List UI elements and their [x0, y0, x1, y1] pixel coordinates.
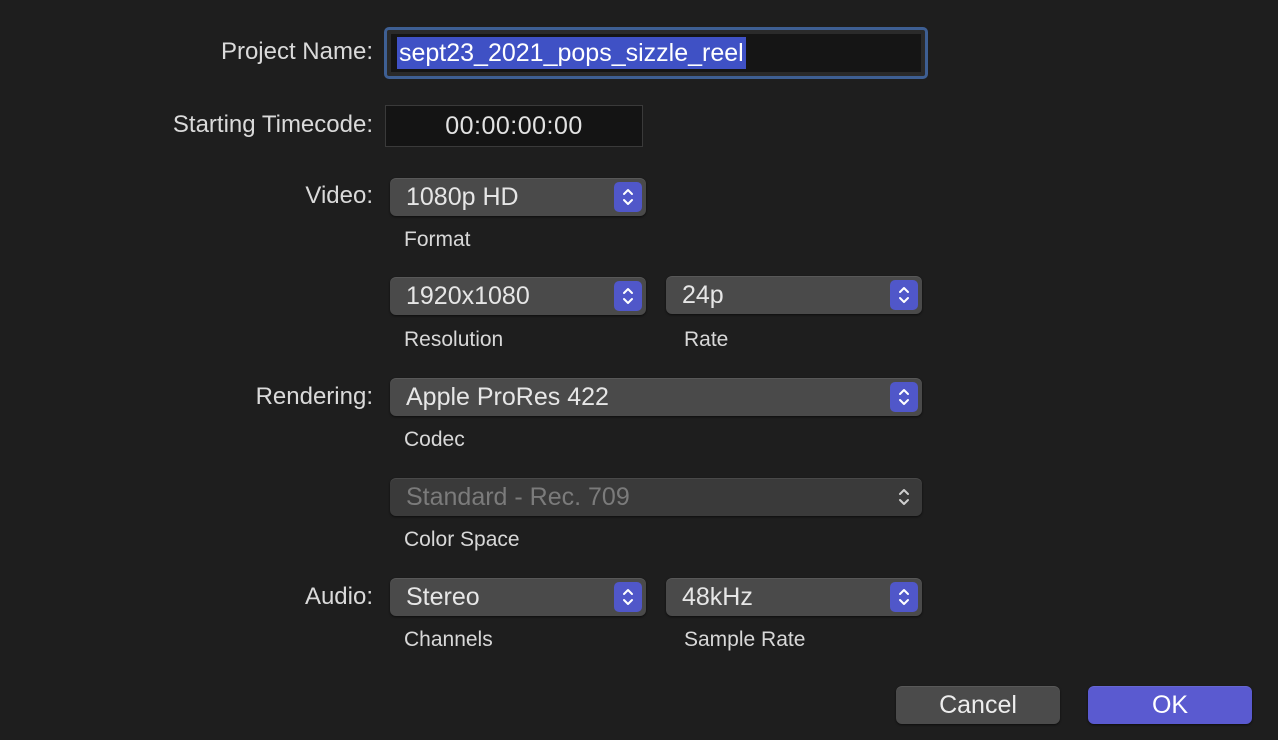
- chevron-up-down-icon: [614, 582, 642, 612]
- audio-channels-value: Stereo: [406, 582, 480, 611]
- video-label: Video:: [305, 182, 373, 209]
- ok-button[interactable]: OK: [1088, 686, 1252, 724]
- sample-rate-value: 48kHz: [682, 582, 753, 611]
- resolution-value: 1920x1080: [406, 281, 530, 310]
- sample-rate-caption: Sample Rate: [684, 628, 806, 651]
- sample-rate-popup[interactable]: 48kHz: [666, 578, 922, 616]
- resolution-popup[interactable]: 1920x1080: [390, 277, 646, 315]
- resolution-caption: Resolution: [404, 328, 504, 351]
- codec-caption: Codec: [404, 428, 465, 451]
- codec-popup[interactable]: Apple ProRes 422: [390, 378, 922, 416]
- project-name-field[interactable]: sept23_2021_pops_sizzle_reel: [384, 27, 928, 79]
- video-format-popup[interactable]: 1080p HD: [390, 178, 646, 216]
- project-settings-dialog: Project Name: sept23_2021_pops_sizzle_re…: [0, 0, 1278, 740]
- codec-value: Apple ProRes 422: [406, 382, 609, 411]
- project-name-label: Project Name:: [220, 38, 373, 65]
- chevron-up-down-icon: [890, 582, 918, 612]
- chevron-up-down-icon: [614, 281, 642, 311]
- video-format-value: 1080p HD: [406, 182, 519, 211]
- audio-channels-popup[interactable]: Stereo: [390, 578, 646, 616]
- format-caption: Format: [404, 228, 471, 251]
- rendering-label: Rendering:: [255, 383, 373, 410]
- starting-timecode-field[interactable]: 00:00:00:00: [385, 105, 643, 147]
- color-space-popup: Standard - Rec. 709: [390, 478, 922, 516]
- rate-popup[interactable]: 24p: [666, 276, 922, 314]
- chevron-up-down-icon: [890, 382, 918, 412]
- project-name-input[interactable]: sept23_2021_pops_sizzle_reel: [391, 34, 921, 72]
- chevron-up-down-icon: [890, 280, 918, 310]
- chevron-up-down-icon: [614, 182, 642, 212]
- starting-timecode-label: Starting Timecode:: [172, 111, 373, 138]
- channels-caption: Channels: [404, 628, 493, 651]
- project-name-value: sept23_2021_pops_sizzle_reel: [397, 37, 746, 69]
- rate-caption: Rate: [684, 328, 729, 351]
- cancel-button[interactable]: Cancel: [896, 686, 1060, 724]
- color-space-value: Standard - Rec. 709: [406, 482, 630, 511]
- audio-label: Audio:: [304, 583, 373, 610]
- color-space-caption: Color Space: [404, 528, 520, 551]
- chevron-up-down-icon: [890, 482, 918, 512]
- rate-value: 24p: [682, 280, 724, 309]
